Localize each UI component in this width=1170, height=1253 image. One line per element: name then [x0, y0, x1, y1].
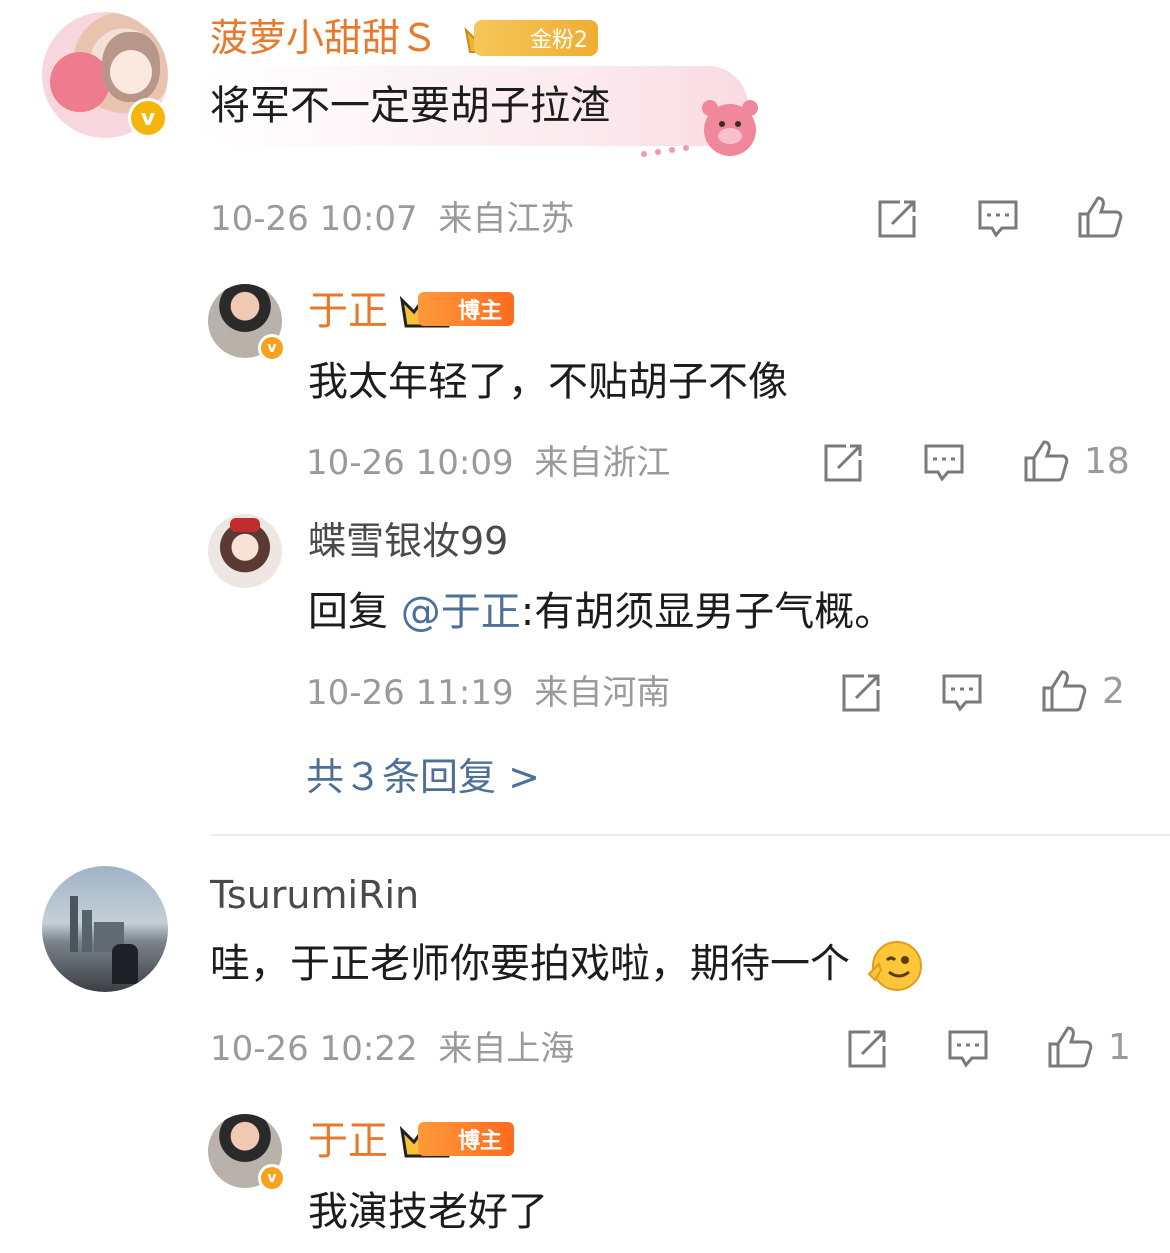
mention-link[interactable]: @于正	[401, 589, 521, 635]
fan-badge: 金粉2	[474, 20, 598, 56]
comment-icon	[948, 1030, 988, 1068]
comment-meta: 10-26 10:22 来自上海	[210, 1028, 574, 1070]
blogger-badge-label: 博主	[458, 1129, 503, 1154]
share-button[interactable]	[840, 672, 882, 714]
share-button[interactable]	[876, 198, 918, 240]
comment-icon	[978, 200, 1018, 238]
fan-badge-label: 金粉2	[530, 28, 588, 53]
timestamp: 10-26 10:07	[210, 199, 418, 239]
reply-text: :有胡须显男子气概。	[520, 589, 895, 635]
divider	[210, 834, 1170, 836]
comment-button[interactable]	[946, 1028, 990, 1070]
location: 来自河南	[534, 673, 671, 713]
comment-text: 我演技老好了	[308, 1189, 548, 1235]
username[interactable]: 于正	[308, 288, 388, 334]
blogger-badge: 博主	[418, 292, 515, 326]
like-icon	[1078, 196, 1123, 238]
like-button[interactable]: 18	[1022, 438, 1130, 484]
comment-button[interactable]	[940, 672, 984, 714]
comment-button[interactable]	[922, 442, 966, 484]
verified-icon: v	[258, 334, 286, 362]
share-icon	[842, 674, 880, 712]
reply-prefix: 回复	[308, 589, 401, 635]
comment-icon	[942, 674, 982, 712]
blogger-badge: 博主	[418, 1122, 515, 1156]
comment-meta: 10-26 10:07 来自江苏	[210, 198, 574, 240]
location: 来自江苏	[438, 199, 575, 239]
like-icon	[1048, 1026, 1093, 1068]
comment-button[interactable]	[976, 198, 1020, 240]
verified-icon: v	[128, 98, 168, 138]
username[interactable]: 于正	[308, 1118, 388, 1164]
share-button[interactable]	[846, 1028, 888, 1070]
comment-text: 哇，于正老师你要拍戏啦，期待一个	[210, 940, 923, 992]
like-button[interactable]	[1076, 194, 1124, 240]
timestamp: 10-26 10:09	[306, 443, 514, 483]
location: 来自上海	[438, 1029, 575, 1069]
username[interactable]: 蝶雪银妆99	[308, 518, 508, 564]
share-icon	[848, 1030, 886, 1068]
more-replies-link[interactable]: 共３条回复 >	[306, 754, 540, 800]
bear-sticker-icon	[641, 100, 758, 157]
comment-text: 我太年轻了，不贴胡子不像	[308, 359, 788, 405]
like-button[interactable]: 2	[1040, 668, 1125, 714]
avatar[interactable]	[208, 514, 282, 588]
like-icon	[1042, 670, 1087, 712]
like-count: 18	[1084, 440, 1130, 482]
like-button[interactable]: 1	[1046, 1024, 1131, 1070]
share-icon	[878, 200, 916, 238]
comment-text: 回复 @于正:有胡须显男子气概。	[308, 588, 894, 636]
timestamp: 10-26 11:19	[306, 673, 514, 713]
emoji-wink-icon	[867, 941, 922, 991]
blogger-badge-label: 博主	[458, 299, 503, 324]
share-button[interactable]	[822, 442, 864, 484]
comment-text-body: 哇，于正老师你要拍戏啦，期待一个	[210, 941, 850, 987]
like-icon	[1024, 440, 1069, 482]
location: 来自浙江	[534, 443, 671, 483]
comment-icon	[924, 444, 964, 482]
avatar[interactable]	[42, 866, 168, 992]
like-count: 2	[1102, 670, 1125, 712]
comment-meta: 10-26 11:19 来自河南	[306, 672, 670, 714]
comment-text: 将军不一定要胡子拉渣	[210, 83, 610, 129]
share-icon	[824, 444, 862, 482]
username[interactable]: TsurumiRin	[210, 872, 419, 918]
comment-meta: 10-26 10:09 来自浙江	[306, 442, 670, 484]
like-count: 1	[1108, 1026, 1131, 1068]
timestamp: 10-26 10:22	[210, 1029, 418, 1069]
verified-icon: v	[258, 1164, 286, 1192]
username[interactable]: 菠萝小甜甜Ｓ	[210, 16, 438, 60]
